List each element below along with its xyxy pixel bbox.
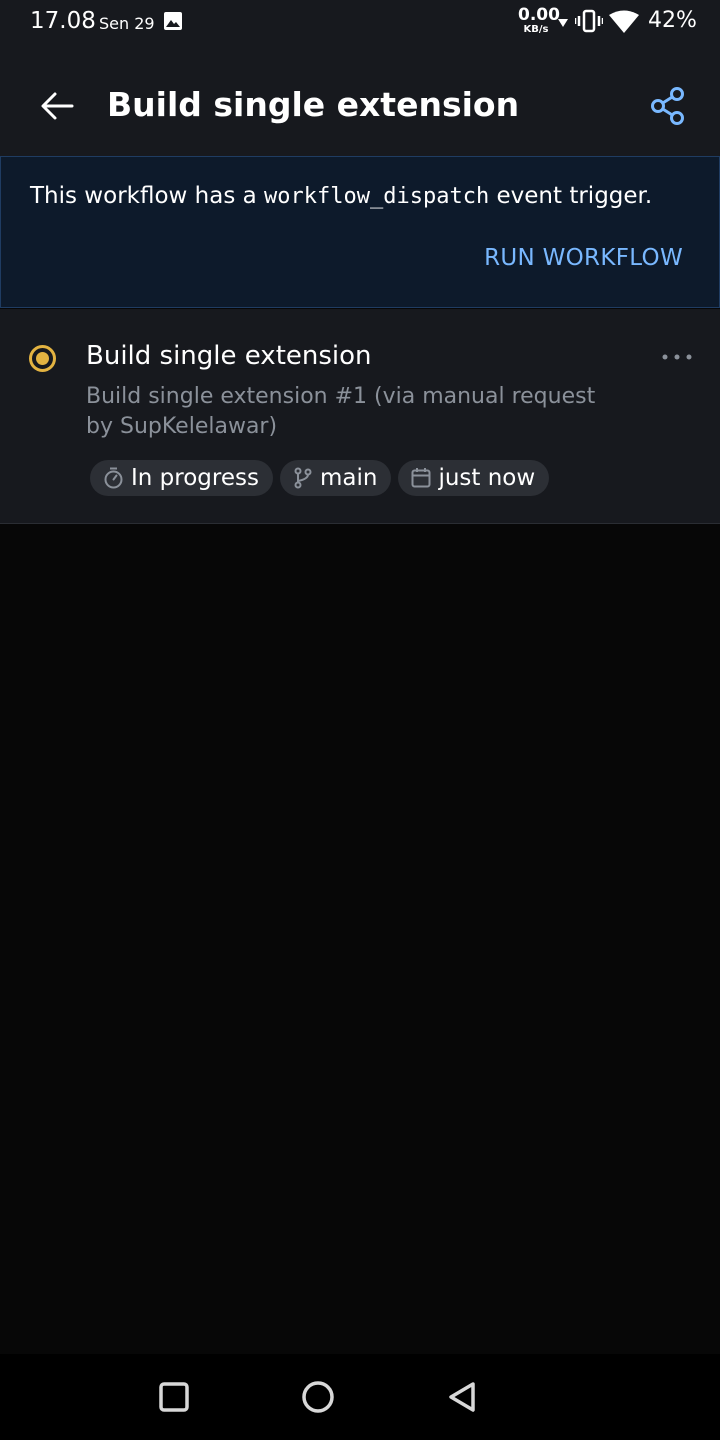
in-progress-status-icon bbox=[29, 345, 56, 372]
status-chip-label: In progress bbox=[131, 465, 259, 491]
status-bar: 17.08 Sen 29 0.00 KB/s 42% bbox=[0, 0, 720, 44]
gallery-notification-icon bbox=[164, 12, 182, 30]
network-speed-unit: KB/s bbox=[523, 24, 549, 35]
banner-text-after: event trigger. bbox=[489, 183, 653, 209]
recents-square-icon[interactable] bbox=[156, 1379, 192, 1415]
share-icon[interactable] bbox=[648, 86, 688, 126]
banner-text-before: This workflow has a bbox=[30, 183, 265, 209]
network-speed-value: 0.00 bbox=[518, 5, 560, 25]
calendar-icon bbox=[411, 468, 431, 488]
banner-code: workflow_dispatch bbox=[264, 184, 490, 209]
status-date: Sen 29 bbox=[99, 14, 155, 33]
run-workflow-button[interactable]: RUN WORKFLOW bbox=[484, 245, 683, 271]
home-circle-icon[interactable] bbox=[300, 1379, 336, 1415]
branch-chip-label: main bbox=[319, 465, 378, 491]
run-title: Build single extension bbox=[86, 341, 372, 371]
back-arrow-icon[interactable] bbox=[38, 88, 78, 124]
workflow-dispatch-banner: This workflow has a workflow_dispatch ev… bbox=[0, 156, 720, 308]
time-chip: just now bbox=[398, 460, 550, 496]
back-triangle-icon[interactable] bbox=[444, 1379, 480, 1415]
vibrate-icon bbox=[575, 9, 603, 33]
time-chip-label: just now bbox=[438, 465, 536, 491]
banner-message: This workflow has a workflow_dispatch ev… bbox=[30, 183, 652, 209]
page-title: Build single extension bbox=[107, 85, 520, 124]
workflow-run-item[interactable]: Build single extension Build single exte… bbox=[0, 309, 720, 524]
mobile-data-icon bbox=[558, 19, 568, 27]
status-time: 17.08 bbox=[30, 8, 96, 34]
branch-chip: main bbox=[279, 460, 392, 496]
run-meta-chips: In progress main just now bbox=[90, 460, 550, 496]
more-options-icon[interactable] bbox=[658, 345, 696, 369]
run-subtitle: Build single extension #1 (via manual re… bbox=[86, 384, 596, 439]
system-navigation-bar bbox=[0, 1354, 720, 1440]
top-app-bar: 17.08 Sen 29 0.00 KB/s 42% Build single … bbox=[0, 0, 720, 156]
battery-level: 42% bbox=[648, 8, 697, 33]
status-chip: In progress bbox=[90, 460, 273, 496]
wifi-icon bbox=[609, 10, 639, 33]
branch-icon bbox=[294, 467, 312, 489]
screen: 17.08 Sen 29 0.00 KB/s 42% Build single … bbox=[0, 0, 720, 1440]
timer-icon bbox=[104, 467, 123, 489]
network-speed: 0.00 KB/s bbox=[518, 5, 560, 35]
